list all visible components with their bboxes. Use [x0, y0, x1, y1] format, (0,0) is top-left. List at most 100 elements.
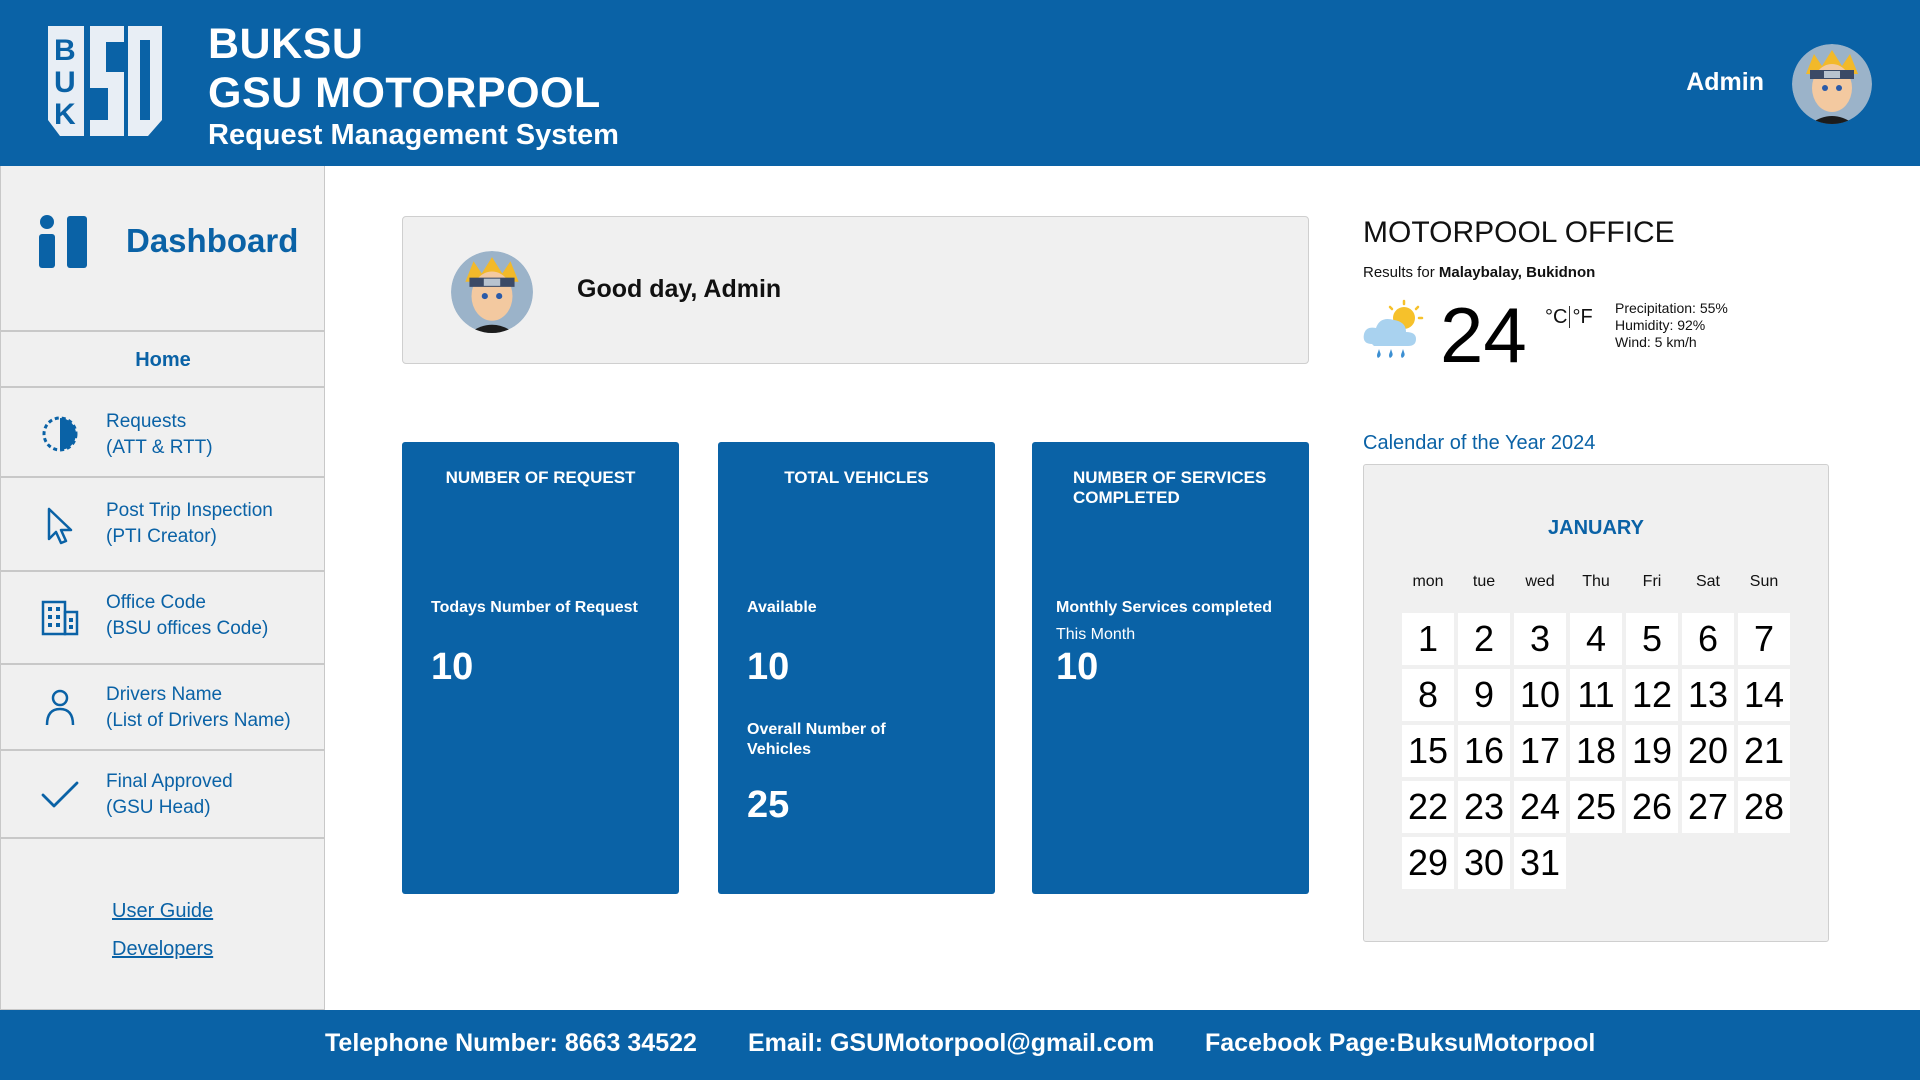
person-icon [45, 689, 75, 726]
sidebar-links: User Guide Developers [112, 892, 213, 968]
footer-email[interactable]: Email: GSUMotorpool@gmail.com [748, 1029, 1154, 1058]
calendar-day[interactable]: 22 [1402, 781, 1454, 833]
calendar-day[interactable]: 24 [1514, 781, 1566, 833]
card-value: 10 [1056, 646, 1099, 688]
card-label-2: Overall Number of Vehicles [747, 721, 886, 758]
sidebar: Dashboard Home Requests (ATT & RTT) Post … [0, 166, 325, 1010]
card-title: NUMBER OF SERVICES COMPLETED [1073, 468, 1267, 507]
brand-line-1: BUKSU [208, 20, 364, 68]
calendar-day[interactable]: 26 [1626, 781, 1678, 833]
calendar-day[interactable]: 31 [1514, 837, 1566, 889]
greeting-text: Good day, Admin [577, 275, 782, 303]
user-guide-link[interactable]: User Guide [112, 892, 213, 930]
user-avatar[interactable] [1792, 44, 1872, 124]
sidebar-item-label: Office Code (BSU offices Code) [106, 592, 269, 639]
temperature-value: 24 [1440, 291, 1527, 379]
sidebar-item-post-trip-inspection[interactable]: Post Trip Inspection (PTI Creator) [1, 478, 325, 572]
calendar-day[interactable]: 4 [1570, 613, 1622, 665]
sidebar-item-requests[interactable]: Requests (ATT & RTT) [1, 390, 325, 478]
building-icon [41, 600, 79, 636]
footer-facebook[interactable]: Facebook Page:BuksuMotorpool [1205, 1029, 1595, 1058]
calendar-day[interactable]: 13 [1682, 669, 1734, 721]
dashboard-icon [39, 215, 87, 268]
buksu-logo-icon: B U K [48, 26, 162, 136]
sidebar-item-office-code[interactable]: Office Code (BSU offices Code) [1, 572, 325, 665]
weekday-label: wed [1525, 573, 1555, 590]
card-value: 10 [431, 646, 474, 688]
calendar-day[interactable]: 5 [1626, 613, 1678, 665]
calendar: JANUARY mon tue wed Thu Fri Sat Sun 1234… [1363, 464, 1829, 942]
card-title: TOTAL VEHICLES [784, 468, 929, 487]
svg-text:U: U [54, 66, 76, 99]
unit-celsius[interactable]: °C [1545, 306, 1567, 328]
calendar-day[interactable]: 12 [1626, 669, 1678, 721]
calendar-day[interactable]: 20 [1682, 725, 1734, 777]
location-name: Malaybalay, Bukidnon [1438, 264, 1596, 281]
dashboard-header[interactable]: Dashboard [1, 166, 325, 332]
header: B U K BUKSU GSU MOTORPOOL Request Manage… [0, 0, 1920, 166]
sidebar-item-label: Final Approved (GSU Head) [106, 771, 233, 818]
card-total-vehicles: TOTAL VEHICLES Available 10 Overall Numb… [718, 442, 995, 894]
weekday-label: Thu [1582, 573, 1610, 590]
calendar-day[interactable]: 14 [1738, 669, 1790, 721]
sidebar-item-drivers-name[interactable]: Drivers Name (List of Drivers Name) [1, 665, 325, 751]
calendar-day[interactable]: 1 [1402, 613, 1454, 665]
brand-title: BUKSU GSU MOTORPOOL Request Management S… [208, 20, 619, 152]
greeting-avatar [451, 251, 533, 333]
sidebar-item-home[interactable]: Home [1, 332, 325, 388]
svg-text:B: B [54, 34, 76, 67]
calendar-day[interactable]: 19 [1626, 725, 1678, 777]
calendar-day[interactable]: 7 [1738, 613, 1790, 665]
greeting-card: Good day, Admin [402, 216, 1309, 364]
calendar-grid: 1 2 3 4 5 6 7 8 9 10 11 12 13 14 15 16 17 18 19 20 21 22 23 24 2… [1402, 613, 1790, 889]
weekday-label: tue [1472, 573, 1496, 590]
brand-line-2: GSU MOTORPOOL [208, 69, 601, 117]
humidity: Humidity: 92% [1615, 317, 1706, 333]
precipitation: Precipitation: 55% [1615, 300, 1728, 316]
weather-title: MOTORPOOL OFFICE [1363, 216, 1675, 249]
calendar-day[interactable]: 11 [1570, 669, 1622, 721]
sidebar-item-label: Drivers Name (List of Drivers Name) [106, 684, 291, 731]
temperature-units: °C °F [1545, 306, 1593, 329]
calendar-day[interactable]: 29 [1402, 837, 1454, 889]
calendar-day[interactable]: 6 [1682, 613, 1734, 665]
calendar-day[interactable]: 17 [1514, 725, 1566, 777]
sidebar-item-label: Post Trip Inspection (PTI Creator) [106, 500, 273, 547]
card-title: NUMBER OF REQUEST [445, 468, 636, 487]
cursor-icon [47, 507, 73, 545]
weekday-label: Sat [1695, 573, 1720, 590]
weather-details: Precipitation: 55% Humidity: 92% Wind: 5… [1615, 300, 1728, 351]
dashboard-label: Dashboard [126, 222, 299, 259]
calendar-day[interactable]: 23 [1458, 781, 1510, 833]
wind: Wind: 5 km/h [1615, 334, 1697, 350]
calendar-day[interactable]: 30 [1458, 837, 1510, 889]
calendar-day[interactable]: 2 [1458, 613, 1510, 665]
calendar-day[interactable]: 9 [1458, 669, 1510, 721]
calendar-day[interactable]: 27 [1682, 781, 1734, 833]
calendar-day[interactable]: 16 [1458, 725, 1510, 777]
weekday-label: Fri [1642, 573, 1662, 590]
unit-fahrenheit[interactable]: °F [1572, 306, 1592, 328]
footer-telephone: Telephone Number: 8663 34522 [325, 1029, 697, 1057]
sidebar-item-final-approved[interactable]: Final Approved (GSU Head) [1, 751, 325, 839]
weekday-label: Sun [1749, 573, 1779, 590]
calendar-day[interactable]: 28 [1738, 781, 1790, 833]
card-number-of-request: NUMBER OF REQUEST Todays Number of Reque… [402, 442, 679, 894]
weather-location: Results for Malaybalay, Bukidnon [1363, 264, 1595, 281]
calendar-weekdays: mon tue wed Thu Fri Sat Sun [1402, 573, 1790, 591]
half-circle-icon [42, 416, 78, 452]
footer: Telephone Number: 8663 34522 Email: GSUM… [0, 1010, 1920, 1080]
calendar-day[interactable]: 18 [1570, 725, 1622, 777]
calendar-day[interactable]: 10 [1514, 669, 1566, 721]
brand-line-3: Request Management System [208, 119, 619, 151]
calendar-day[interactable]: 25 [1570, 781, 1622, 833]
calendar-day[interactable]: 8 [1402, 669, 1454, 721]
calendar-day[interactable]: 21 [1738, 725, 1790, 777]
calendar-day[interactable]: 15 [1402, 725, 1454, 777]
developers-link[interactable]: Developers [112, 930, 213, 968]
calendar-caption: Calendar of the Year 2024 [1363, 432, 1596, 454]
calendar-day[interactable]: 3 [1514, 613, 1566, 665]
card-sublabel: This Month [1056, 626, 1136, 643]
user-name[interactable]: Admin [1686, 68, 1764, 97]
card-value-2: 25 [747, 784, 790, 826]
